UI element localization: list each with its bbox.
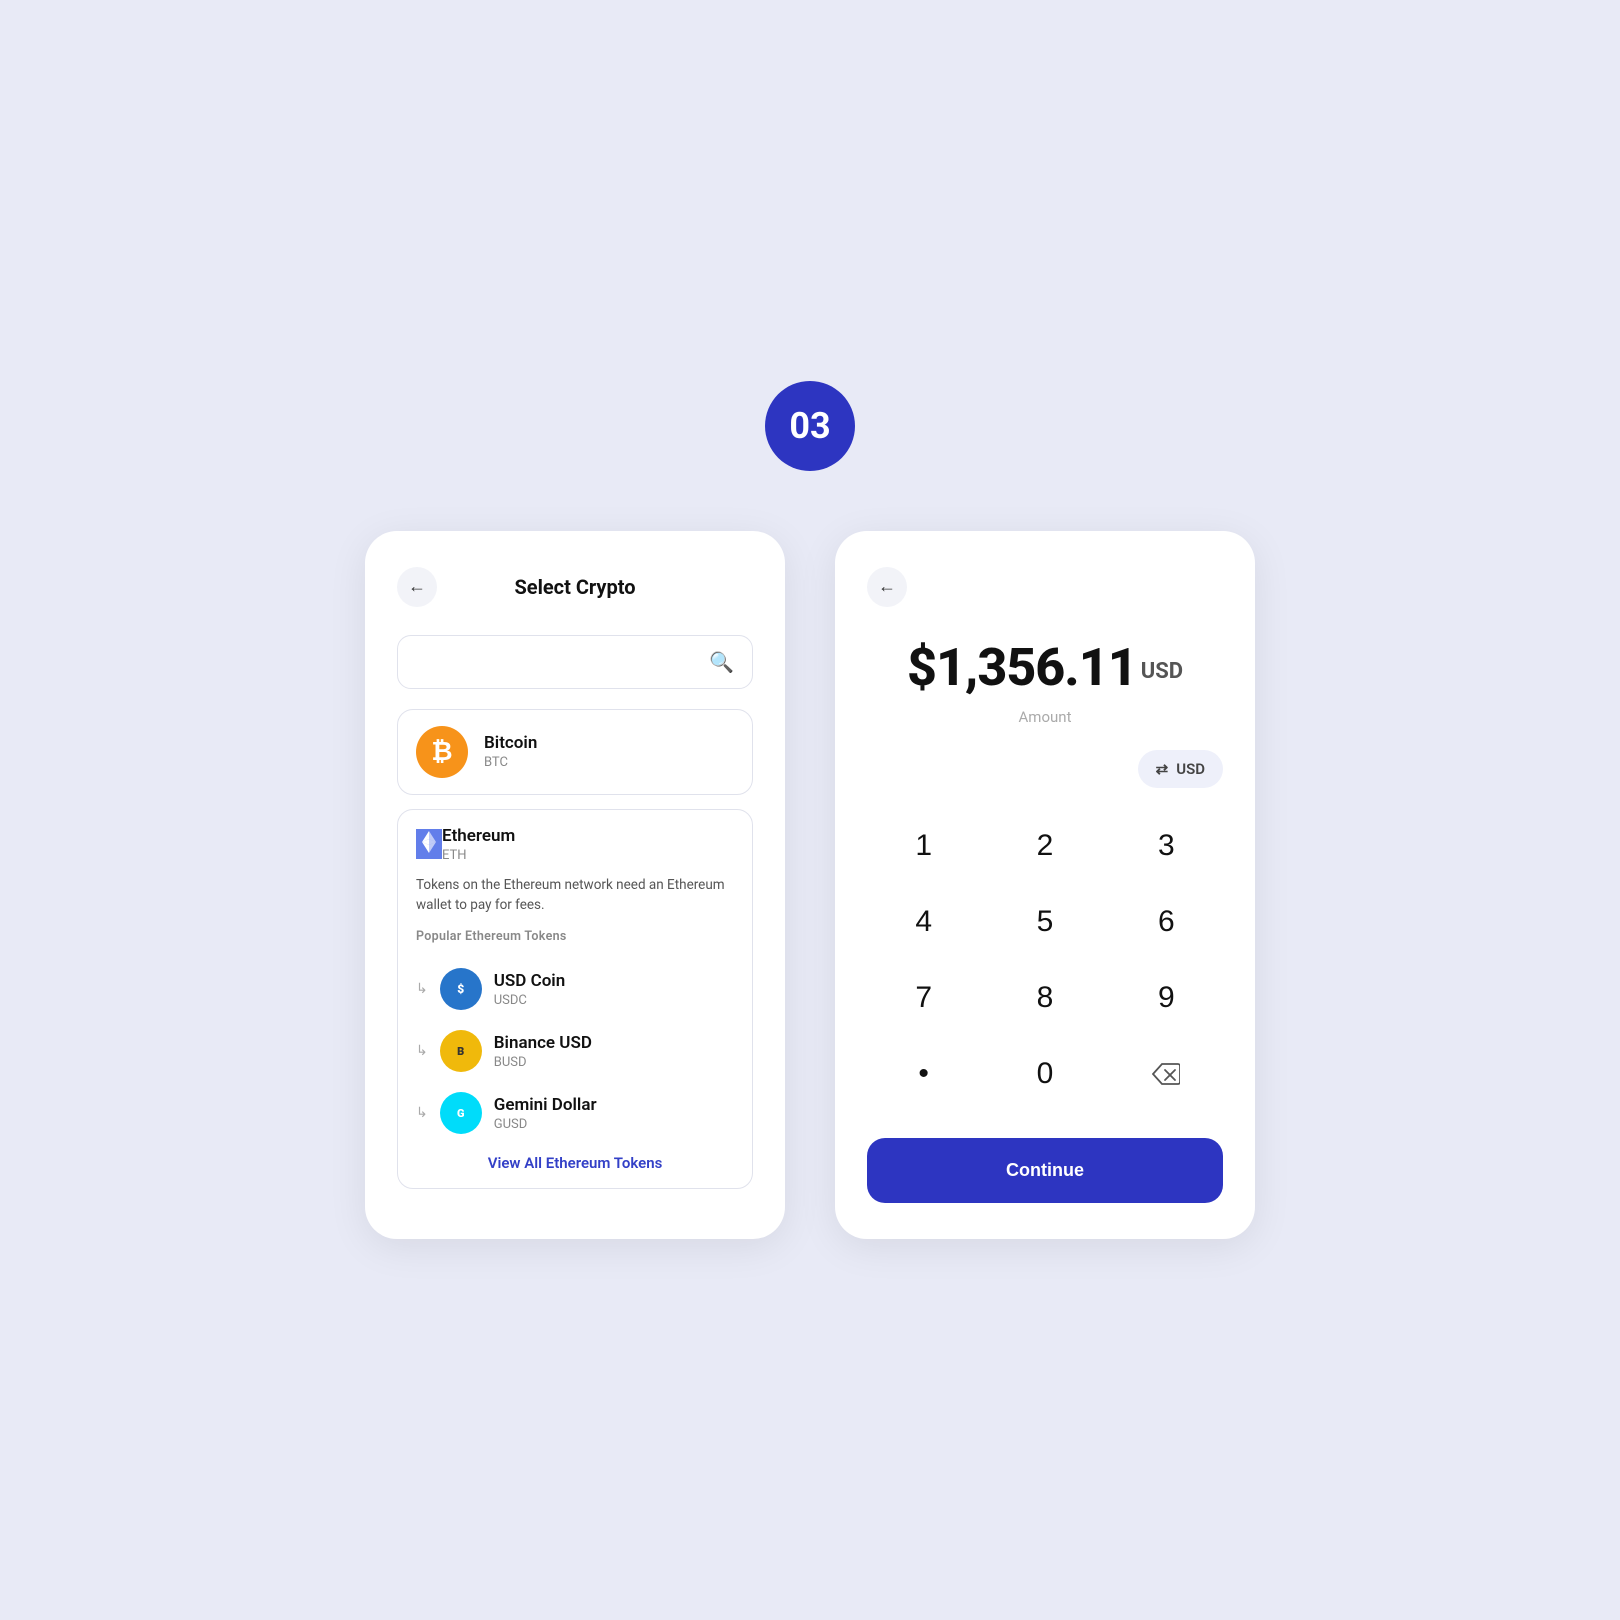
busd-symbol: BUSD (494, 1055, 592, 1070)
bitcoin-icon: ₿ (416, 726, 468, 778)
panel-header: ← Select Crypto (397, 567, 753, 607)
key-3[interactable]: 3 (1110, 812, 1223, 880)
gusd-name: Gemini Dollar (494, 1095, 597, 1115)
bitcoin-name: Bitcoin (484, 733, 537, 753)
key-7[interactable]: 7 (867, 964, 980, 1032)
token-arrow-busd: ↳ (416, 1043, 428, 1059)
gusd-icon: G (440, 1092, 482, 1134)
swap-icon: ⇄ (1156, 760, 1169, 778)
right-back-button[interactable]: ← (867, 567, 907, 607)
currency-toggle-label: USD (1176, 760, 1205, 778)
token-arrow-gusd: ↳ (416, 1105, 428, 1121)
busd-info: Binance USD BUSD (494, 1033, 592, 1070)
busd-item[interactable]: ↳ B Binance USD BUSD (416, 1020, 734, 1082)
amount-label: Amount (867, 708, 1223, 726)
key-8[interactable]: 8 (988, 964, 1101, 1032)
ethereum-description: Tokens on the Ethereum network need an E… (416, 875, 734, 916)
ethereum-card: Ethereum ETH Tokens on the Ethereum netw… (397, 809, 753, 1190)
view-all-tokens-link[interactable]: View All Ethereum Tokens (416, 1154, 734, 1172)
step-badge: 03 (765, 381, 855, 471)
ethereum-symbol: ETH (442, 848, 515, 863)
usdc-icon: $ (440, 968, 482, 1010)
currency-toggle: ⇄ USD (867, 750, 1223, 788)
continue-button[interactable]: Continue (867, 1138, 1223, 1203)
bitcoin-info: Bitcoin BTC (484, 733, 537, 770)
numpad: 1 2 3 4 5 6 7 8 9 • 0 (867, 812, 1223, 1108)
key-6[interactable]: 6 (1110, 888, 1223, 956)
ethereum-info: Ethereum ETH (442, 826, 515, 863)
search-input[interactable] (416, 653, 709, 671)
select-crypto-panel: ← Select Crypto 🔍 ₿ Bitcoin BTC (365, 531, 785, 1240)
busd-name: Binance USD (494, 1033, 592, 1053)
key-9[interactable]: 9 (1110, 964, 1223, 1032)
ethereum-top: Ethereum ETH (416, 826, 734, 863)
usdc-symbol: USDC (494, 993, 566, 1008)
token-arrow-usdc: ↳ (416, 981, 428, 997)
popular-tokens-label: Popular Ethereum Tokens (416, 929, 734, 944)
ethereum-name: Ethereum (442, 826, 515, 846)
panels-container: ← Select Crypto 🔍 ₿ Bitcoin BTC (365, 531, 1255, 1240)
search-box: 🔍 (397, 635, 753, 689)
key-2[interactable]: 2 (988, 812, 1101, 880)
amount-value: $1,356.11 (907, 637, 1137, 698)
amount-display: $1,356.11USD (867, 637, 1223, 698)
key-5[interactable]: 5 (988, 888, 1101, 956)
gusd-item[interactable]: ↳ G Gemini Dollar GUSD (416, 1082, 734, 1144)
usdc-name: USD Coin (494, 971, 566, 991)
key-1[interactable]: 1 (867, 812, 980, 880)
amount-panel: ← $1,356.11USD Amount ⇄ USD 1 2 3 4 5 6 … (835, 531, 1255, 1239)
back-button[interactable]: ← (397, 567, 437, 607)
bitcoin-symbol: BTC (484, 755, 537, 770)
right-panel-header: ← (867, 567, 1223, 607)
key-0[interactable]: 0 (988, 1040, 1101, 1108)
key-backspace[interactable] (1110, 1040, 1223, 1108)
currency-toggle-button[interactable]: ⇄ USD (1138, 750, 1223, 788)
bitcoin-item[interactable]: ₿ Bitcoin BTC (397, 709, 753, 795)
search-icon: 🔍 (709, 650, 734, 674)
key-4[interactable]: 4 (867, 888, 980, 956)
panel-title: Select Crypto (514, 575, 635, 599)
gusd-symbol: GUSD (494, 1117, 597, 1132)
ethereum-icon (416, 829, 442, 859)
key-dot[interactable]: • (867, 1040, 980, 1108)
amount-currency-suffix: USD (1141, 659, 1183, 684)
gusd-info: Gemini Dollar GUSD (494, 1095, 597, 1132)
busd-icon: B (440, 1030, 482, 1072)
usdc-info: USD Coin USDC (494, 971, 566, 1008)
usdc-item[interactable]: ↳ $ USD Coin USDC (416, 958, 734, 1020)
